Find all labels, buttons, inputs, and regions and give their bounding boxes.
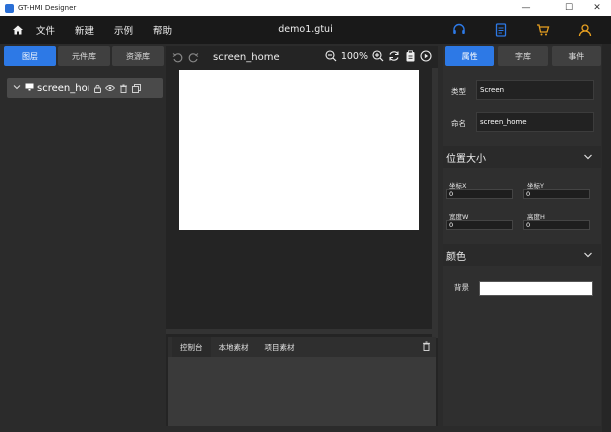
left-tabs: 图层 元件库 资源库 — [4, 46, 164, 66]
eye-icon[interactable] — [105, 83, 115, 93]
right-tabs: 属性 字库 事件 — [443, 46, 601, 66]
tab-properties[interactable]: 属性 — [445, 46, 495, 66]
x-field[interactable]: 0 — [446, 189, 513, 199]
left-panel: 图层 元件库 资源库 screen_home — [4, 46, 164, 426]
tab-fonts[interactable]: 字库 — [498, 46, 548, 66]
redo-icon[interactable] — [187, 51, 199, 63]
tab-components[interactable]: 元件库 — [58, 46, 110, 66]
app-window: GT-HMI Designer — ☐ ✕ demo1.gtui 文件 新建 示… — [0, 0, 611, 432]
maximize-button[interactable]: ☐ — [557, 0, 581, 16]
horizontal-scrollbar[interactable] — [166, 329, 432, 334]
chevron-down-icon[interactable] — [583, 250, 593, 260]
design-stage[interactable] — [179, 70, 419, 230]
lock-icon[interactable] — [92, 83, 102, 93]
section-position-size[interactable]: 位置大小 — [443, 146, 601, 168]
type-field: Screen — [476, 80, 594, 100]
name-label: 命名 — [451, 119, 466, 128]
console-panel: 控制台 本地素材 项目素材 — [168, 337, 436, 426]
copy-icon[interactable] — [131, 83, 141, 93]
layer-tree-item[interactable]: screen_home — [7, 78, 163, 98]
console-tabs: 控制台 本地素材 项目素材 — [168, 337, 436, 357]
close-button[interactable]: ✕ — [585, 0, 609, 16]
console-clear-icon[interactable] — [422, 341, 432, 351]
document-icon[interactable] — [491, 20, 511, 40]
title-bar: GT-HMI Designer — ☐ ✕ — [0, 0, 611, 16]
chevron-down-icon[interactable] — [13, 83, 21, 94]
type-label: 类型 — [451, 87, 466, 96]
section-color-title: 颜色 — [446, 251, 466, 263]
menu-new[interactable]: 新建 — [75, 23, 94, 37]
play-icon[interactable] — [420, 50, 432, 62]
minimize-button[interactable]: — — [514, 0, 538, 16]
zoom-in-icon[interactable] — [372, 50, 384, 62]
canvas-toolbar: screen_home 100% — [166, 46, 438, 68]
background-color-swatch[interactable] — [479, 281, 593, 296]
app-icon — [5, 3, 14, 13]
tab-resources[interactable]: 资源库 — [112, 46, 164, 66]
headset-icon[interactable] — [449, 20, 469, 40]
screen-name: screen_home — [213, 51, 280, 63]
clipboard-icon[interactable] — [404, 50, 416, 62]
y-field[interactable]: 0 — [523, 189, 590, 199]
menu-right-icons — [427, 20, 595, 40]
menu-examples[interactable]: 示例 — [114, 23, 133, 37]
window-title: GT-HMI Designer — [18, 4, 77, 12]
refresh-icon[interactable] — [388, 50, 400, 62]
user-icon[interactable] — [575, 20, 595, 40]
prop-type-row: 类型 Screen — [443, 80, 601, 104]
section-position-size-title: 位置大小 — [446, 153, 486, 165]
tab-local-assets[interactable]: 本地素材 — [211, 337, 257, 357]
home-icon[interactable] — [12, 24, 26, 36]
zoom-out-icon[interactable] — [325, 50, 337, 62]
background-label: 背景 — [454, 283, 469, 292]
cart-icon[interactable] — [533, 20, 553, 40]
trash-icon[interactable] — [118, 83, 128, 93]
layer-label: screen_home — [37, 82, 89, 94]
name-field[interactable]: screen_home — [476, 112, 594, 132]
tab-project-assets[interactable]: 项目素材 — [257, 337, 303, 357]
right-panel: 属性 字库 事件 类型 Screen 命名 screen_home 位置大小 坐… — [443, 46, 601, 426]
prop-name-row: 命名 screen_home — [443, 112, 601, 136]
tab-console[interactable]: 控制台 — [172, 337, 211, 357]
monitor-icon — [25, 83, 34, 94]
w-field[interactable]: 0 — [446, 220, 513, 230]
menu-bar: demo1.gtui 文件 新建 示例 帮助 — [0, 16, 611, 44]
undo-icon[interactable] — [171, 51, 183, 63]
section-color[interactable]: 颜色 — [443, 244, 601, 266]
tab-layers[interactable]: 图层 — [4, 46, 56, 66]
zoom-level: 100% — [340, 50, 368, 62]
tab-events[interactable]: 事件 — [551, 46, 601, 66]
menu-help[interactable]: 帮助 — [153, 23, 172, 37]
vertical-scrollbar[interactable] — [432, 68, 438, 338]
window-edge — [602, 44, 611, 432]
zoom-controls: 100% — [325, 50, 432, 62]
chevron-down-icon[interactable] — [583, 152, 593, 162]
menu-file[interactable]: 文件 — [36, 23, 55, 37]
h-field[interactable]: 0 — [523, 220, 590, 230]
